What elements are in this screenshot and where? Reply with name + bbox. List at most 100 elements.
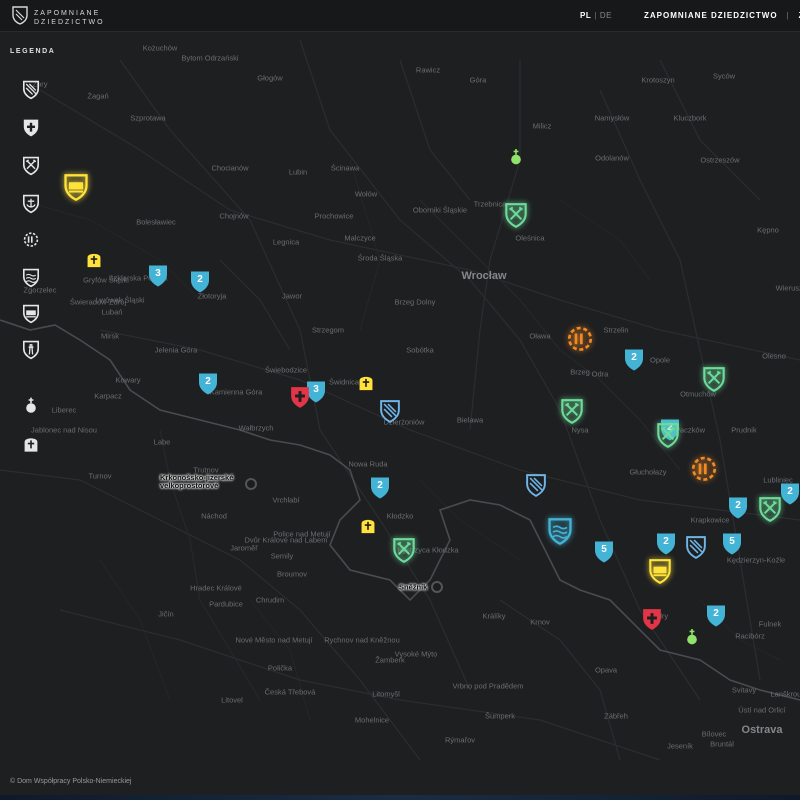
place-label: Bruntál	[710, 739, 734, 749]
place-label: Jeseník	[667, 741, 693, 751]
place-label: Krnov	[530, 617, 550, 627]
place-label: Litovel	[221, 695, 243, 705]
place-label: Wałbrzych	[238, 423, 274, 433]
place-label: Kłodzko	[386, 511, 414, 521]
cluster-count: 2	[631, 352, 637, 363]
mining-marker[interactable]	[656, 422, 680, 454]
cluster-marker[interactable]: 2	[705, 603, 727, 629]
place-label: Vysoké Mýto	[394, 649, 438, 659]
place-label: Świeradów-Zdrój	[69, 297, 127, 307]
place-label: Oborniki Śląskie	[412, 205, 468, 215]
cluster-marker[interactable]: 2	[623, 347, 645, 373]
place-label: Kożuchów	[142, 43, 178, 53]
place-label: Karpacz	[94, 391, 122, 401]
hospital-marker[interactable]	[641, 607, 663, 637]
gravestone-marker[interactable]	[359, 515, 377, 540]
cluster-marker[interactable]: 2	[197, 371, 219, 397]
place-label: Środa Śląska	[357, 253, 403, 263]
place-label: Vrbno pod Pradědem	[452, 681, 524, 691]
city-label-wroclaw: Wrocław	[461, 270, 507, 282]
cluster-marker[interactable]: 5	[721, 531, 743, 557]
place-label: Bílovec	[701, 729, 727, 739]
place-label: Jaroměř	[230, 543, 258, 553]
place-label: Odolanów	[595, 153, 629, 163]
legend-title: LEGENDA	[10, 48, 56, 55]
place-label: Racibórz	[735, 631, 765, 641]
river-label-labe: Labe	[153, 437, 171, 447]
administration-marker[interactable]	[379, 399, 401, 429]
place-label: Lubań	[101, 307, 123, 317]
place-label: Náchod	[201, 511, 227, 521]
industry-marker[interactable]	[565, 323, 595, 362]
place-label: Fulnek	[758, 619, 782, 629]
gear-shield-icon[interactable]	[22, 230, 40, 248]
cluster-count: 2	[735, 500, 741, 511]
cluster-marker[interactable]: 2	[655, 531, 677, 557]
gravestone-marker[interactable]	[357, 372, 375, 397]
anchor-shield-icon[interactable]	[22, 194, 40, 214]
cluster-count: 2	[197, 274, 203, 285]
place-label: Semily	[270, 551, 294, 561]
religion-marker[interactable]	[507, 147, 525, 172]
city-label-ostrava: Ostrava	[741, 724, 783, 736]
place-label: Ścinawa	[330, 163, 360, 173]
lang-de-link[interactable]: DE	[600, 11, 612, 20]
mining-marker[interactable]	[758, 496, 782, 528]
cluster-marker[interactable]: 2	[189, 269, 211, 295]
place-label: Głuchołazy	[629, 467, 667, 477]
place-label: Opava	[594, 665, 618, 675]
place-label: Trzebnica	[473, 199, 507, 209]
place-label: Nowa Ruda	[348, 459, 388, 469]
place-label: Świdnica	[328, 377, 360, 387]
administration-marker[interactable]	[525, 473, 547, 503]
cluster-count: 2	[377, 480, 383, 491]
water-shield-icon[interactable]	[22, 268, 40, 288]
brand-line-2: DZIEDZICTWO	[34, 19, 105, 26]
globus-cruciger-icon[interactable]	[22, 396, 40, 414]
vehicle-shield-icon[interactable]	[22, 304, 40, 324]
place-label: Litomyšl	[372, 689, 400, 699]
place-label: Broumov	[276, 569, 308, 579]
place-label: Legnica	[272, 237, 300, 247]
place-label: Nové Město nad Metují	[235, 635, 313, 645]
gravestone-marker[interactable]	[85, 249, 103, 274]
place-label: Góra	[469, 75, 487, 85]
hospital-marker[interactable]	[289, 385, 311, 415]
language-switcher: PL | DE	[580, 11, 612, 20]
vehicle-marker[interactable]	[63, 173, 89, 207]
place-label: Oława	[529, 331, 551, 341]
landmark-icon[interactable]	[245, 478, 257, 490]
place-label: Lanškroun	[770, 689, 800, 699]
cluster-marker[interactable]: 2	[727, 495, 749, 521]
cluster-marker[interactable]: 5	[593, 539, 615, 565]
landmark-icon[interactable]	[431, 581, 443, 593]
nav-home-link[interactable]: ZAPOMNIANE DZIEDZICTWO	[644, 11, 778, 20]
cluster-count: 3	[155, 268, 161, 279]
mining-marker[interactable]	[504, 202, 528, 234]
place-label: Chrudim	[255, 595, 285, 605]
map-canvas[interactable]: Kożuchów Bytom Odrzański Głogów Rawicz Góra Z…	[0, 0, 800, 800]
mining-marker[interactable]	[392, 537, 416, 569]
religion-marker[interactable]	[683, 627, 701, 652]
cluster-marker[interactable]: 2	[369, 475, 391, 501]
tower-shield-icon[interactable]	[22, 340, 40, 360]
cluster-marker[interactable]: 2	[779, 481, 800, 507]
striped-shield-icon[interactable]	[22, 80, 40, 100]
mining-marker[interactable]	[560, 398, 584, 430]
place-label: Opole	[649, 355, 671, 365]
place-label: Pardubice	[209, 599, 243, 609]
vehicle-marker[interactable]	[648, 558, 672, 590]
cluster-marker[interactable]: 3	[147, 263, 169, 289]
place-label: Rawicz	[415, 65, 441, 75]
lang-pl-link[interactable]: PL	[580, 11, 591, 20]
place-label: Králíky	[482, 611, 506, 621]
place-label: Šumperk	[484, 711, 516, 721]
industry-marker[interactable]	[689, 453, 719, 492]
logo[interactable]: ZAPOMNIANE DZIEDZICTWO	[12, 6, 114, 30]
water-marker[interactable]	[547, 517, 573, 551]
mining-shield-icon[interactable]	[22, 156, 40, 176]
mining-marker[interactable]	[702, 366, 726, 398]
gravestone-icon[interactable]	[22, 434, 40, 452]
cross-shield-icon[interactable]	[22, 118, 40, 137]
administration-marker[interactable]	[685, 535, 707, 565]
